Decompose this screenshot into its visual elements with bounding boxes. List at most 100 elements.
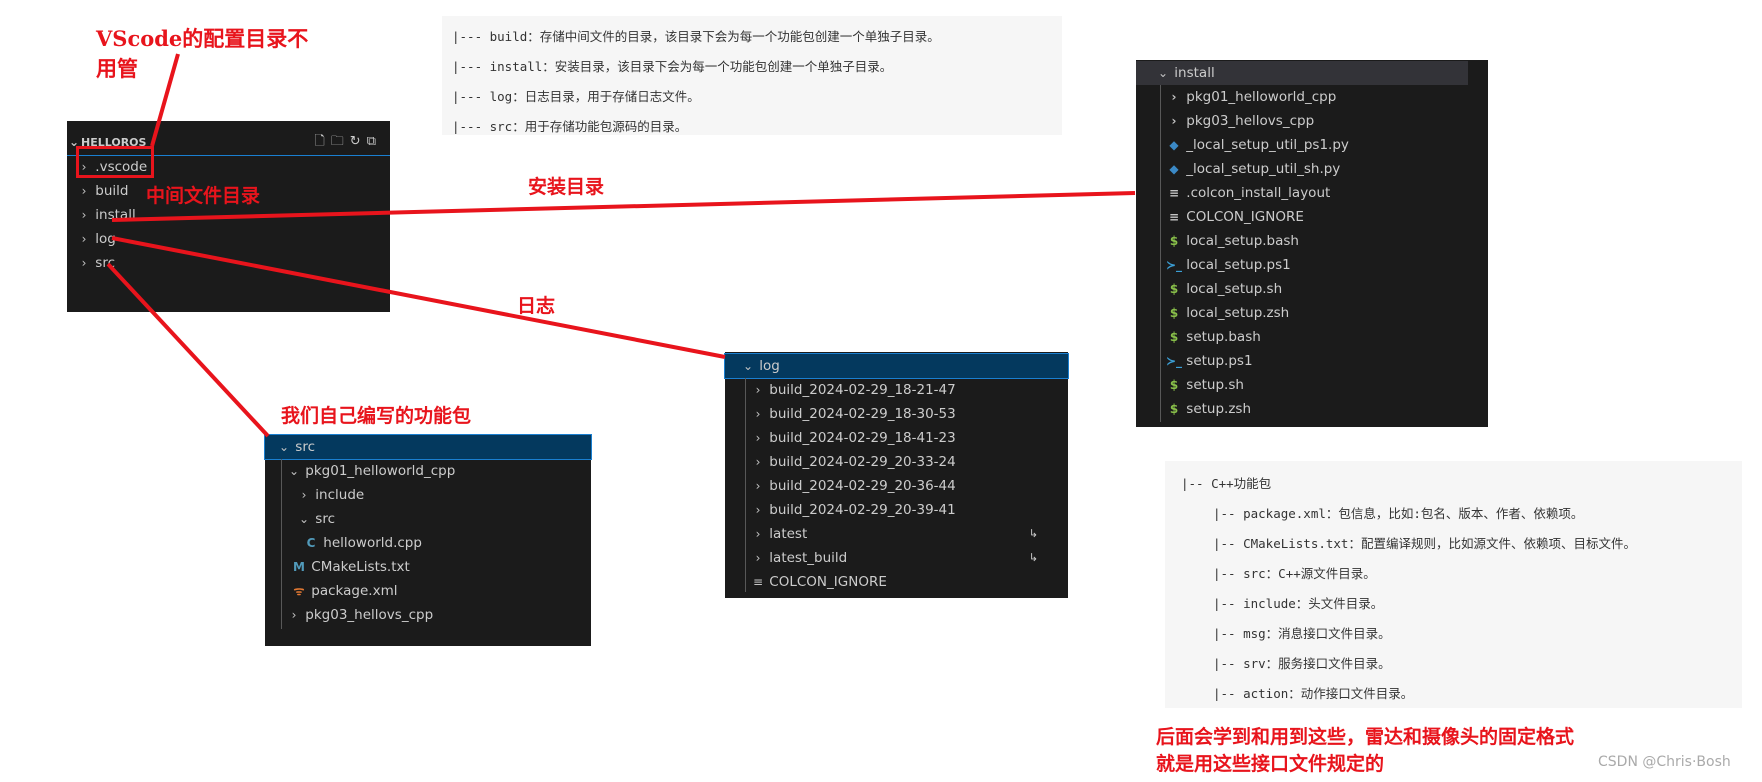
- bottom-note: 后面会学到和用到这些，雷达和摄像头的固定格式 就是用这些接口文件规定的: [1156, 724, 1574, 778]
- tree-item[interactable]: › pkg03_hellovs_cpp: [265, 603, 591, 627]
- tree-item[interactable]: › build_2024-02-29_20-39-41: [725, 498, 1068, 522]
- tree-item[interactable]: › build_2024-02-29_18-21-47: [725, 378, 1068, 402]
- code-line: |-- src：C++源文件目录。: [1213, 566, 1376, 581]
- cmake-file-icon: M: [293, 560, 305, 574]
- top-code-block: |--- build：存储中间文件的目录，该目录下会为每一个功能包创建一个单独子…: [442, 16, 1062, 135]
- code-line: |--- install：安装目录，该目录下会为每一个功能包创建一个单独子目录。: [452, 59, 893, 74]
- code-line: |--- log：日志目录，用于存储日志文件。: [452, 89, 700, 104]
- symlink-icon: ↳: [1028, 551, 1038, 564]
- code-line: |--- build：存储中间文件的目录，该目录下会为每一个功能包创建一个单独子…: [452, 29, 940, 44]
- tree-item-install-root[interactable]: ⌄ install: [1136, 61, 1468, 85]
- tree-item-label: setup.ps1: [1186, 353, 1253, 369]
- tree-item[interactable]: M CMakeLists.txt: [265, 555, 591, 579]
- chevron-right-icon: ›: [755, 383, 761, 397]
- chevron-right-icon: ›: [755, 527, 761, 541]
- powershell-icon: ≻_: [1166, 258, 1183, 272]
- watermark: CSDN @Chris·Bosh: [1598, 754, 1731, 770]
- xml-rss-icon: ᯤ: [293, 584, 305, 598]
- code-line: |-- CMakeLists.txt：配置编译规则，比如源文件、依赖项、目标文件…: [1213, 536, 1636, 551]
- tree-item-label: setup.zsh: [1186, 401, 1252, 417]
- tree-item[interactable]: $ setup.sh: [1136, 373, 1488, 397]
- install-explorer: ⌄ install › pkg01_helloworld_cpp › pkg03_…: [1136, 60, 1488, 427]
- chevron-down-icon: ⌄: [1157, 66, 1169, 80]
- shell-script-icon: $: [1169, 306, 1179, 320]
- install-note: 安装目录: [528, 176, 605, 198]
- tree-item-label: setup.sh: [1186, 377, 1244, 393]
- tree-item[interactable]: $ setup.bash: [1136, 325, 1488, 349]
- chevron-right-icon: ›: [755, 551, 761, 565]
- code-line: |-- package.xml：包信息，比如:包名、版本、作者、依赖项。: [1213, 506, 1584, 521]
- text-file-icon: ≡: [1168, 210, 1180, 224]
- python-file-icon: ◆: [1169, 138, 1179, 152]
- symlink-icon: ↳: [1028, 527, 1038, 540]
- refresh-icon[interactable]: ↻: [350, 134, 367, 149]
- powershell-icon: ≻_: [1166, 354, 1183, 368]
- tree-item[interactable]: › build_2024-02-29_20-36-44: [725, 474, 1068, 498]
- tree-item[interactable]: ◆ _local_setup_util_sh.py: [1136, 157, 1488, 181]
- python-file-icon: ◆: [1169, 162, 1179, 176]
- tree-item-label: pkg03_hellovs_cpp: [1186, 113, 1315, 129]
- chevron-right-icon: ›: [81, 184, 87, 198]
- bottom-note-line: 就是用这些接口文件规定的: [1156, 753, 1385, 775]
- bottom-code-block: |-- C++功能包 |-- package.xml：包信息，比如:包名、版本、…: [1165, 461, 1742, 708]
- cpp-file-icon: C: [306, 536, 316, 550]
- tree-item[interactable]: › latest ↳: [725, 522, 1068, 546]
- tree-item-label: local_setup.bash: [1186, 233, 1299, 249]
- tree-item[interactable]: › include: [265, 483, 591, 507]
- tree-item[interactable]: ᯤ package.xml: [265, 579, 591, 603]
- vscode-note: VScode的配置目录不用管: [96, 26, 309, 81]
- tree-item[interactable]: $ setup.zsh: [1136, 397, 1488, 421]
- tree-item[interactable]: ≻_ setup.ps1: [1136, 349, 1488, 373]
- shell-script-icon: $: [1169, 282, 1179, 296]
- tree-item-label: .colcon_install_layout: [1186, 185, 1331, 201]
- new-folder-icon[interactable]: 🗀: [331, 134, 350, 149]
- tree-item[interactable]: ◆ _local_setup_util_ps1.py: [1136, 133, 1488, 157]
- tree-item[interactable]: $ local_setup.sh: [1136, 277, 1488, 301]
- code-line: |-- msg：消息接口文件目录。: [1213, 626, 1391, 641]
- tree-item-label: local_setup.sh: [1186, 281, 1283, 297]
- tree-item[interactable]: ≡ COLCON_IGNORE: [1136, 205, 1488, 229]
- tree-item[interactable]: ≡ COLCON_IGNORE: [725, 570, 1068, 594]
- tree-item[interactable]: › build_2024-02-29_18-41-23: [725, 426, 1068, 450]
- code-line: |-- include：头文件目录。: [1213, 596, 1384, 611]
- tree-item[interactable]: C helloworld.cpp: [265, 531, 591, 555]
- shell-script-icon: $: [1169, 378, 1179, 392]
- tree-item[interactable]: › latest_build ↳: [725, 546, 1068, 570]
- tree-item[interactable]: › build_2024-02-29_20-33-24: [725, 450, 1068, 474]
- tree-item[interactable]: › pkg01_helloworld_cpp: [1136, 85, 1488, 109]
- tree-item-src[interactable]: › src: [67, 251, 390, 275]
- src-note: 我们自己编写的功能包: [281, 405, 472, 427]
- tree-item[interactable]: › pkg03_hellovs_cpp: [1136, 109, 1488, 133]
- tree-item-src-root[interactable]: ⌄ src: [264, 434, 592, 460]
- chevron-right-icon: ›: [1171, 90, 1177, 104]
- tree-item-label: _local_setup_util_ps1.py: [1186, 137, 1349, 153]
- tree-item[interactable]: ≡ .colcon_install_layout: [1136, 181, 1488, 205]
- log-note: 日志: [517, 295, 556, 317]
- chevron-down-icon: ⌄: [742, 359, 754, 373]
- highlight-box: [76, 146, 154, 178]
- tree-item[interactable]: ⌄ pkg01_helloworld_cpp: [265, 459, 591, 483]
- log-explorer: ⌄ log › build_2024-02-29_18-21-47 › buil…: [724, 352, 1069, 598]
- tree-item-label: setup.bash: [1186, 329, 1261, 345]
- tree-item[interactable]: ⌄ src: [265, 507, 591, 531]
- new-file-icon[interactable]: 🗋: [314, 134, 330, 149]
- text-file-icon: ≡: [752, 575, 764, 589]
- chevron-right-icon: ›: [755, 431, 761, 445]
- chevron-right-icon: ›: [81, 208, 87, 222]
- code-line: |-- srv：服务接口文件目录。: [1213, 656, 1391, 671]
- tree-item[interactable]: ≻_ local_setup.ps1: [1136, 253, 1488, 277]
- collapse-all-icon[interactable]: ⧉: [367, 134, 382, 149]
- chevron-right-icon: ›: [81, 256, 87, 270]
- tree-item-label: _local_setup_util_sh.py: [1186, 161, 1341, 177]
- chevron-down-icon: ⌄: [278, 440, 290, 454]
- tree-item[interactable]: $ local_setup.zsh: [1136, 301, 1488, 325]
- tree-item-log[interactable]: › log: [67, 227, 390, 251]
- tree-item[interactable]: $ local_setup.bash: [1136, 229, 1488, 253]
- tree-item-label: local_setup.zsh: [1186, 305, 1290, 321]
- text-file-icon: ≡: [1168, 186, 1180, 200]
- tree-item[interactable]: › build_2024-02-29_18-30-53: [725, 402, 1068, 426]
- shell-script-icon: $: [1169, 234, 1179, 248]
- tree-item-label: pkg01_helloworld_cpp: [1186, 89, 1337, 105]
- tree-item-log-root[interactable]: ⌄ log: [724, 353, 1069, 379]
- code-line: |-- C++功能包: [1181, 476, 1272, 491]
